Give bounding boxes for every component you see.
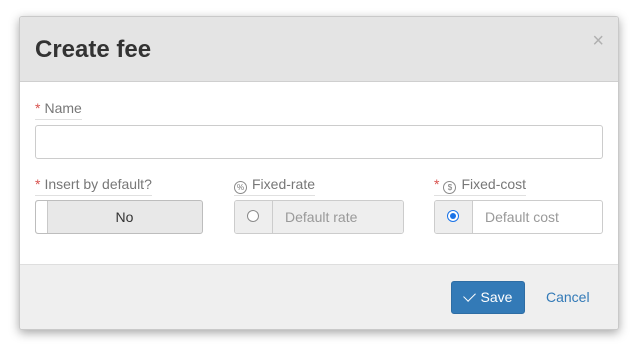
insert-by-default-toggle[interactable]: No: [35, 200, 203, 234]
cancel-button[interactable]: Cancel: [546, 281, 590, 314]
dialog-title: Create fee: [35, 36, 152, 63]
fixed-cost-radio-addon: [435, 201, 473, 233]
required-mark: *: [434, 176, 440, 192]
fixed-rate-radio[interactable]: [247, 210, 259, 222]
fixed-rate-label: % Fixed-rate: [234, 175, 316, 196]
check-icon: [462, 289, 476, 302]
save-button[interactable]: Save: [451, 281, 525, 314]
fixed-cost-radio[interactable]: [447, 210, 459, 222]
fixed-rate-radio-addon: [235, 201, 273, 233]
insert-by-default-label: * Insert by default?: [35, 175, 152, 196]
fixed-rate-input[interactable]: Default rate: [273, 201, 403, 233]
fixed-cost-label-text: Fixed-cost: [461, 176, 527, 192]
fixed-cost-group: Default cost: [434, 200, 603, 234]
fixed-cost-label: * $ Fixed-cost: [434, 175, 527, 196]
create-fee-dialog: Create fee × * Name * Insert by default? N…: [19, 16, 619, 330]
toggle-state-text: No: [115, 209, 134, 225]
dialog-footer: Save Cancel: [20, 264, 618, 329]
insert-by-default-label-text: Insert by default?: [44, 176, 152, 192]
percent-circle-icon: %: [234, 181, 247, 194]
close-icon[interactable]: ×: [592, 31, 604, 51]
fixed-cost-input[interactable]: Default cost: [473, 201, 602, 233]
fixed-rate-label-text: Fixed-rate: [252, 176, 316, 192]
name-input[interactable]: [35, 125, 603, 159]
dollar-circle-icon: $: [443, 181, 457, 194]
save-button-label: Save: [480, 289, 513, 305]
dialog-header: Create fee ×: [20, 17, 618, 82]
required-mark: *: [35, 176, 41, 192]
fixed-rate-group: Default rate: [234, 200, 404, 234]
required-mark: *: [35, 100, 41, 116]
name-label-text: Name: [44, 100, 82, 116]
name-label: * Name: [35, 99, 82, 120]
